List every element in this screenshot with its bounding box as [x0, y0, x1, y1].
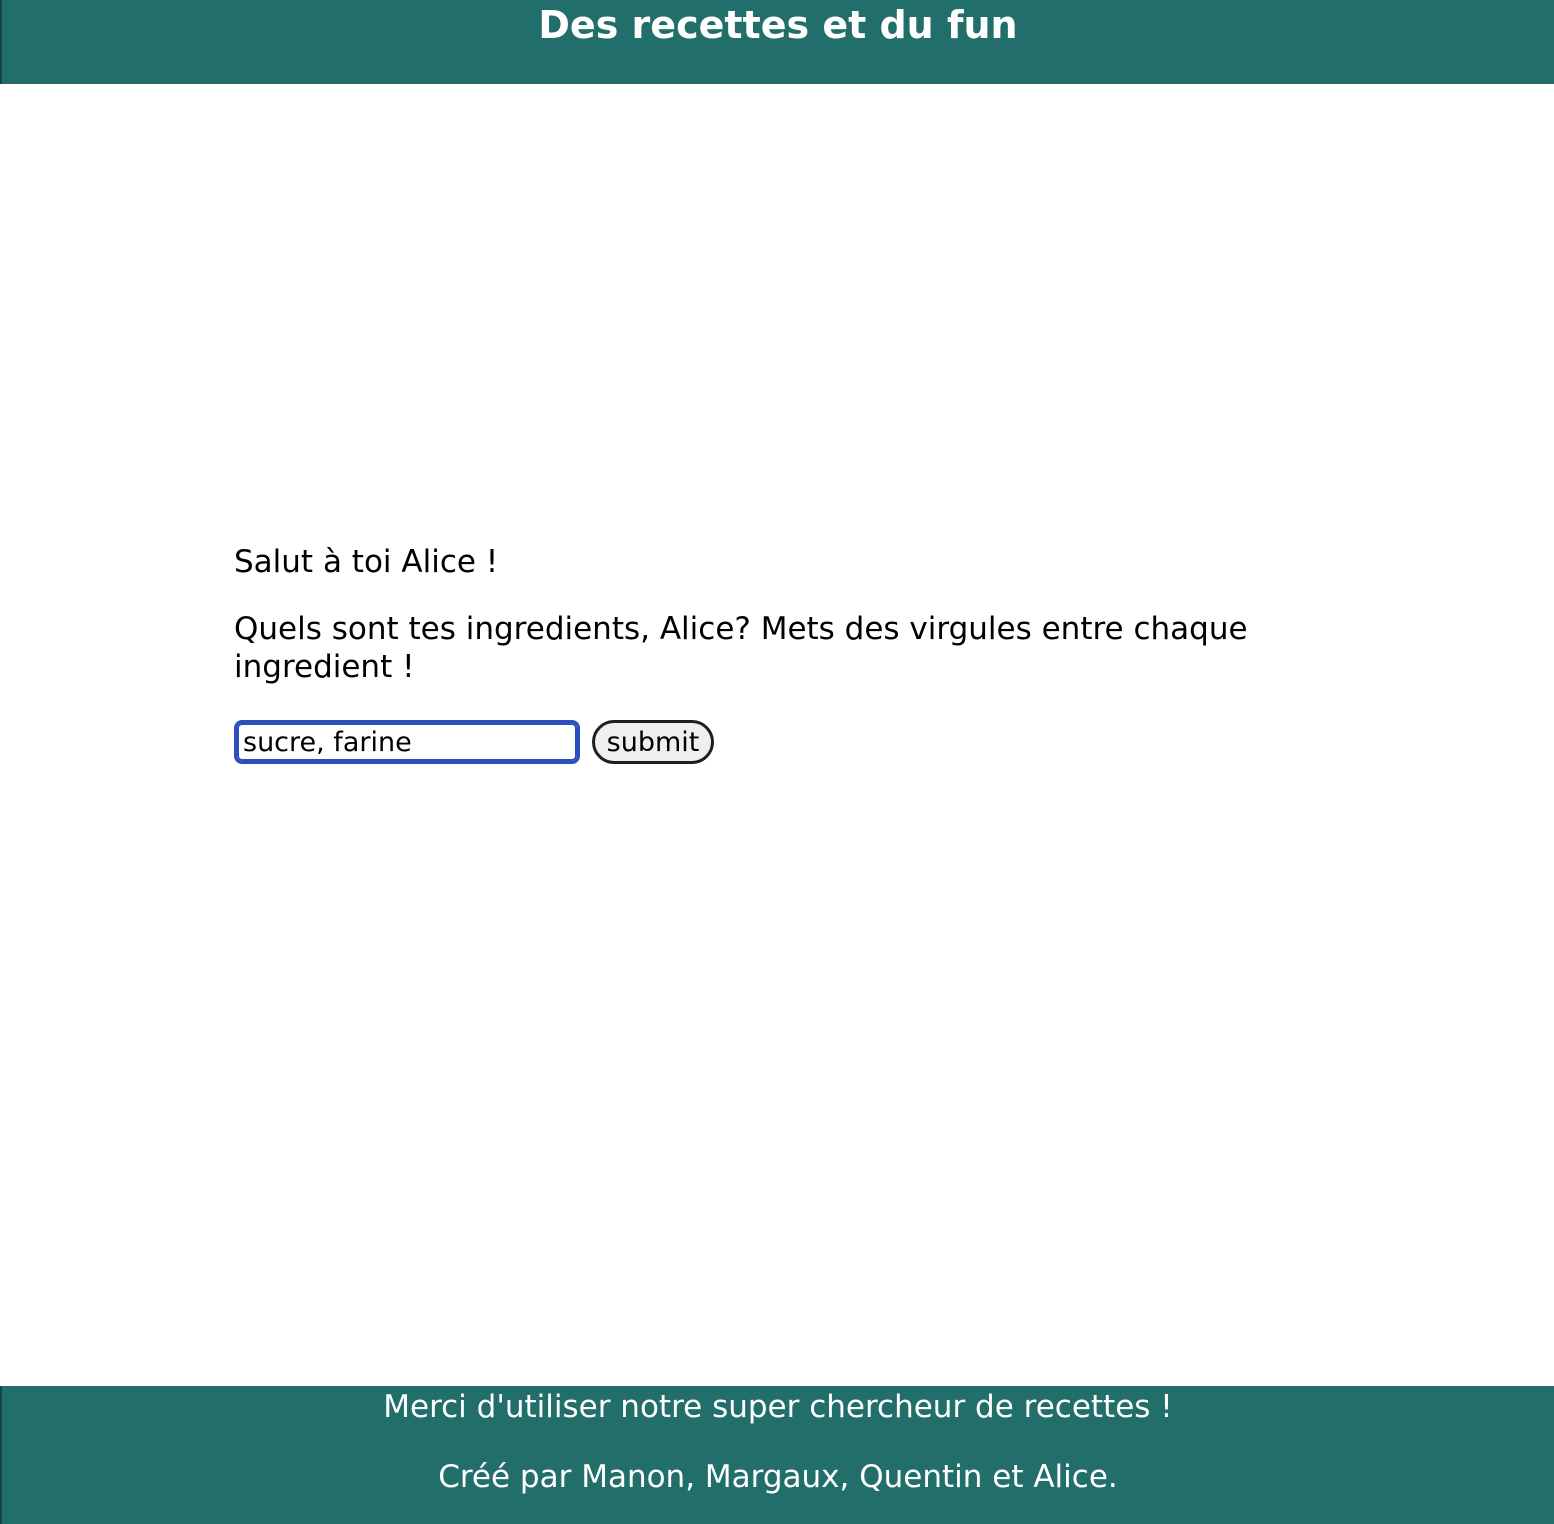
main-content: Salut à toi Alice ! Quels sont tes ingre… [234, 540, 1334, 764]
ingredients-question: Quels sont tes ingredients, Alice? Mets … [234, 611, 1248, 685]
ingredients-input[interactable] [234, 720, 580, 764]
site-title: Des recettes et du fun [538, 3, 1018, 47]
site-footer: Merci d'utiliser notre super chercheur d… [0, 1386, 1554, 1524]
site-header: Des recettes et du fun [0, 0, 1554, 84]
footer-thanks: Merci d'utiliser notre super chercheur d… [383, 1389, 1173, 1425]
footer-credits: Créé par Manon, Margaux, Quentin et Alic… [438, 1459, 1118, 1495]
greeting-text: Salut à toi Alice ! [234, 544, 499, 580]
ingredients-form: submit [234, 720, 714, 764]
submit-button[interactable]: submit [592, 720, 714, 764]
